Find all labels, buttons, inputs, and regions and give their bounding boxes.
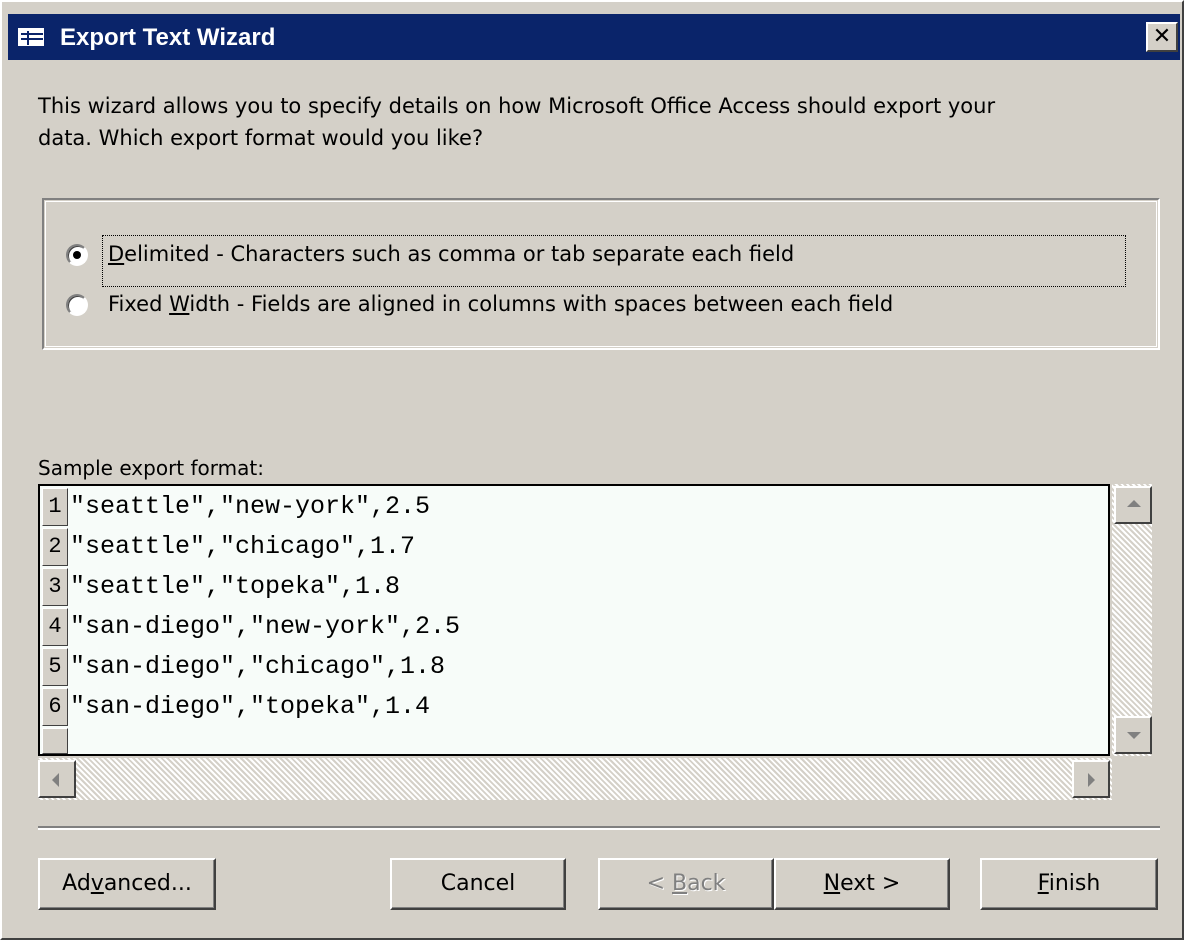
row-number: 3	[42, 568, 68, 606]
next-mnemonic: N	[823, 871, 841, 896]
close-icon: ✕	[1152, 24, 1172, 49]
sample-preview-list[interactable]: 1 "seattle","new-york",2.5 2 "seattle","…	[38, 484, 1110, 756]
row-number: 2	[42, 528, 68, 566]
horizontal-scrollbar[interactable]	[38, 758, 1112, 800]
advanced-button[interactable]: Advanced...	[38, 858, 216, 910]
arrow-up-icon	[1127, 500, 1141, 507]
arrow-right-icon	[1088, 773, 1095, 787]
row-number: 4	[42, 608, 68, 646]
scroll-right-button[interactable]	[1072, 760, 1110, 798]
next-label-post: ext >	[840, 871, 901, 896]
cancel-label: Cancel	[440, 871, 516, 896]
sample-row: "seattle","new-york",2.5	[70, 492, 431, 521]
finish-button[interactable]: Finish	[980, 858, 1158, 910]
sample-row: "seattle","chicago",1.7	[70, 532, 416, 561]
fixed-width-radio[interactable]	[66, 294, 88, 316]
sample-row: "san-diego","new-york",2.5	[70, 612, 461, 641]
finish-mnemonic: F	[1037, 871, 1049, 896]
row-number-partial	[42, 728, 68, 754]
fixed-width-label[interactable]: Fixed Width - Fields are aligned in colu…	[108, 290, 893, 318]
back-button[interactable]: < Back	[598, 858, 774, 910]
advanced-mnemonic: v	[90, 871, 104, 896]
fixed-width-label-text: idth - Fields are aligned in columns wit…	[189, 292, 894, 316]
arrow-down-icon	[1127, 732, 1141, 739]
sample-row: "san-diego","topeka",1.4	[70, 692, 431, 721]
intro-line-2: data. Which export format would you like…	[38, 126, 484, 150]
window-title: Export Text Wizard	[60, 24, 276, 51]
arrow-left-icon	[52, 773, 59, 787]
sample-row: "san-diego","chicago",1.8	[70, 652, 446, 681]
next-button[interactable]: Next >	[774, 858, 950, 910]
fixed-width-mnemonic: W	[169, 292, 190, 316]
advanced-label-pre: Ad	[62, 871, 91, 896]
scroll-up-button[interactable]	[1114, 486, 1152, 524]
row-number: 5	[42, 648, 68, 686]
cancel-button[interactable]: Cancel	[390, 858, 566, 910]
scroll-left-button[interactable]	[38, 760, 76, 798]
delimited-mnemonic: D	[108, 242, 125, 266]
intro-text: This wizard allows you to specify detail…	[38, 90, 1158, 154]
back-label-pre: <	[646, 871, 672, 896]
delimited-label-text: elimited - Characters such as comma or t…	[124, 242, 795, 266]
close-button[interactable]: ✕	[1146, 22, 1178, 52]
advanced-label-post: anced...	[103, 871, 192, 896]
button-separator	[38, 826, 1160, 830]
vertical-scrollbar[interactable]	[1112, 484, 1152, 756]
delimited-radio[interactable]	[66, 244, 88, 266]
radio-selected-dot	[73, 251, 81, 259]
sample-export-format-label: Sample export format:	[38, 456, 264, 480]
sample-row: "seattle","topeka",1.8	[70, 572, 401, 601]
back-mnemonic: B	[672, 871, 688, 896]
back-label-post: ack	[687, 871, 726, 896]
export-text-wizard-dialog: Export Text Wizard ✕ This wizard allows …	[0, 0, 1184, 940]
scroll-down-button[interactable]	[1114, 716, 1152, 754]
delimited-label[interactable]: Delimited - Characters such as comma or …	[108, 240, 794, 268]
fixed-width-label-pre: Fixed	[108, 292, 170, 316]
row-number: 6	[42, 688, 68, 726]
intro-line-1: This wizard allows you to specify detail…	[38, 94, 996, 118]
finish-label-post: inish	[1048, 871, 1101, 896]
row-number: 1	[42, 488, 68, 526]
table-icon	[16, 26, 46, 48]
